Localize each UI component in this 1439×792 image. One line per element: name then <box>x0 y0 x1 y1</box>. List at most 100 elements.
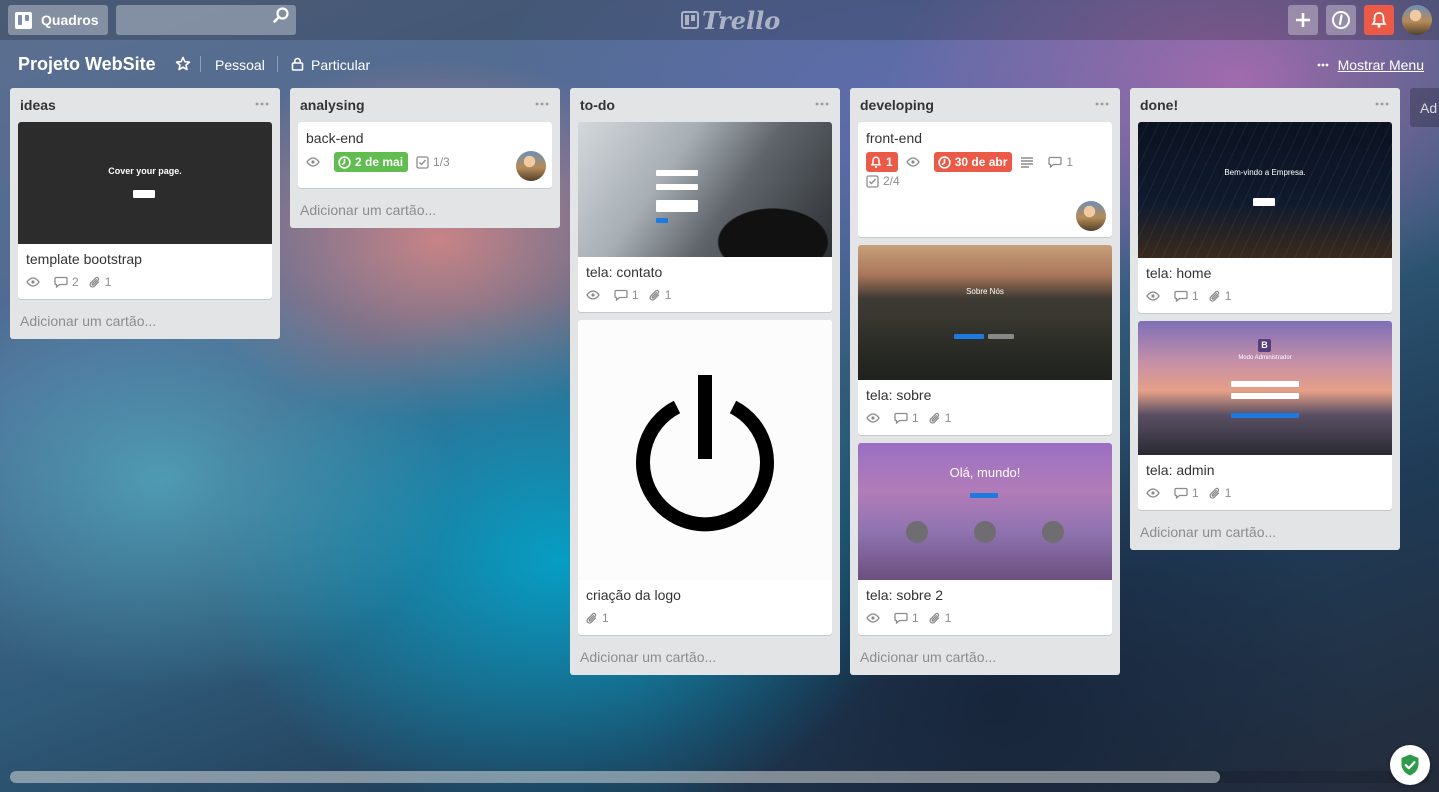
list-header[interactable]: analysing <box>290 88 560 122</box>
info-button[interactable] <box>1326 5 1356 35</box>
notifications-button[interactable] <box>1364 5 1394 35</box>
team-button[interactable]: Pessoal <box>215 57 265 73</box>
attachments-count: 1 <box>944 411 952 425</box>
card-title: back-end <box>306 130 364 146</box>
card-title: tela: admin <box>1146 462 1215 478</box>
attachments-count: 1 <box>1224 289 1232 303</box>
add-card-button[interactable]: Adicionar um cartão... <box>290 196 560 228</box>
card-criacao-da-logo[interactable]: criação da logo 1 <box>578 320 832 635</box>
list-analysing: analysing back-end 2 de mai 1/3 Adiciona… <box>290 88 560 228</box>
list-to-do: to-do tela: contato 1 1 criação da logo … <box>570 88 840 675</box>
card-title: front-end <box>866 130 923 146</box>
description-badge <box>1020 153 1038 171</box>
comment-icon <box>894 612 908 624</box>
card-cover-image <box>578 122 832 257</box>
comment-icon <box>894 412 908 424</box>
attachments-badge: 1 <box>586 609 609 627</box>
add-card-button[interactable]: Adicionar um cartão... <box>570 643 840 675</box>
comments-count: 1 <box>1066 155 1074 169</box>
board-title[interactable]: Projeto WebSite <box>18 54 156 75</box>
list-title[interactable]: developing <box>860 97 934 113</box>
member-avatar[interactable] <box>1076 201 1106 231</box>
trello-logo-icon <box>681 11 699 29</box>
attachments-badge: 1 <box>1209 484 1231 502</box>
boards-label: Quadros <box>41 12 99 28</box>
list-title[interactable]: done! <box>1140 97 1178 113</box>
avatar[interactable] <box>1402 5 1432 35</box>
cover-mini-field <box>1231 393 1299 399</box>
attachments-badge: 1 <box>1209 287 1232 305</box>
list-menu-icon[interactable] <box>254 96 270 112</box>
card-title: tela: home <box>1146 265 1212 281</box>
list-title[interactable]: ideas <box>20 97 56 113</box>
card-front-end[interactable]: front-end 1 30 de abr 1 2/4 <box>858 122 1112 237</box>
list-header[interactable]: done! <box>1130 88 1400 122</box>
eye-icon <box>26 277 40 287</box>
attachments-count: 1 <box>664 288 672 302</box>
list-menu-icon[interactable] <box>1094 96 1110 112</box>
add-card-button[interactable]: Adicionar um cartão... <box>850 643 1120 675</box>
comment-icon <box>614 289 628 301</box>
comment-icon <box>1174 487 1188 499</box>
due-date: 30 de abr <box>954 155 1008 169</box>
member-avatar[interactable] <box>516 151 546 181</box>
description-icon <box>1021 157 1034 168</box>
list-menu-icon[interactable] <box>1374 96 1390 112</box>
card-tela-sobre-2[interactable]: Olá, mundo! tela: sobre 2 1 1 <box>858 443 1112 635</box>
visibility-button[interactable]: Particular <box>311 57 370 73</box>
card-title: tela: sobre <box>866 387 932 403</box>
show-menu-link[interactable]: Mostrar Menu <box>1338 57 1424 73</box>
attachments-count: 1 <box>104 275 112 289</box>
list-title[interactable]: to-do <box>580 97 615 113</box>
add-button[interactable] <box>1288 5 1318 35</box>
header-divider <box>200 56 201 72</box>
list-ideas: ideas Cover your page. template bootstra… <box>10 88 280 339</box>
checkbox-icon <box>866 174 879 188</box>
lock-icon <box>291 57 304 71</box>
list-header[interactable]: ideas <box>10 88 280 122</box>
comments-count: 2 <box>72 275 79 289</box>
card-tela-home[interactable]: Bem-vindo a Empresa. tela: home 1 1 <box>1138 122 1392 313</box>
list-header[interactable]: developing <box>850 88 1120 122</box>
list-menu-icon[interactable] <box>534 96 550 112</box>
checklist-badge: 2/4 <box>866 172 900 190</box>
plus-icon <box>1296 13 1310 27</box>
top-bar: Quadros Trello <box>0 0 1439 40</box>
trello-logo[interactable]: Trello <box>681 6 780 35</box>
card-template-bootstrap[interactable]: Cover your page. template bootstrap 2 1 <box>18 122 272 299</box>
card-title: template bootstrap <box>26 251 142 267</box>
add-card-button[interactable]: Adicionar um cartão... <box>1130 518 1400 550</box>
checklist-progress: 1/3 <box>433 155 450 169</box>
security-extension-button[interactable] <box>1390 745 1430 785</box>
eye-icon <box>866 613 880 623</box>
header-divider <box>277 56 278 72</box>
card-tela-contato[interactable]: tela: contato 1 1 <box>578 122 832 312</box>
cover-mini-button <box>954 334 984 339</box>
cover-caption: Modo Administrador <box>1238 355 1292 361</box>
comments-badge: 1 <box>1174 287 1199 305</box>
card-cover-image: B Modo Administrador <box>1138 321 1392 455</box>
cover-mini-button <box>1253 198 1275 206</box>
card-back-end[interactable]: back-end 2 de mai 1/3 <box>298 122 552 188</box>
search-icon[interactable] <box>272 6 290 24</box>
card-tela-sobre[interactable]: Sobre Nós tela: sobre 1 1 <box>858 245 1112 435</box>
card-cover-image: Bem-vindo a Empresa. <box>1138 122 1392 258</box>
list-menu-icon[interactable] <box>814 96 830 112</box>
add-list-button[interactable]: Ad <box>1410 88 1439 127</box>
list-header[interactable]: to-do <box>570 88 840 122</box>
card-tela-admin[interactable]: B Modo Administrador tela: admin 1 1 <box>1138 321 1392 510</box>
notifications-badge: 1 <box>866 152 898 172</box>
search-input[interactable] <box>116 5 296 35</box>
eye-icon <box>905 157 920 167</box>
comments-count: 1 <box>1192 486 1199 500</box>
list-done: done! Bem-vindo a Empresa. tela: home 1 <box>1130 88 1400 550</box>
list-title[interactable]: analysing <box>300 97 365 113</box>
boards-button[interactable]: Quadros <box>8 5 108 35</box>
cover-mini-button <box>970 493 998 498</box>
add-card-button[interactable]: Adicionar um cartão... <box>10 307 280 339</box>
card-cover-image <box>578 320 832 580</box>
comments-count: 1 <box>1192 289 1199 303</box>
horizontal-scrollbar-thumb[interactable] <box>10 771 1220 783</box>
star-icon[interactable] <box>175 56 191 72</box>
card-cover-image: Sobre Nós <box>858 245 1112 380</box>
